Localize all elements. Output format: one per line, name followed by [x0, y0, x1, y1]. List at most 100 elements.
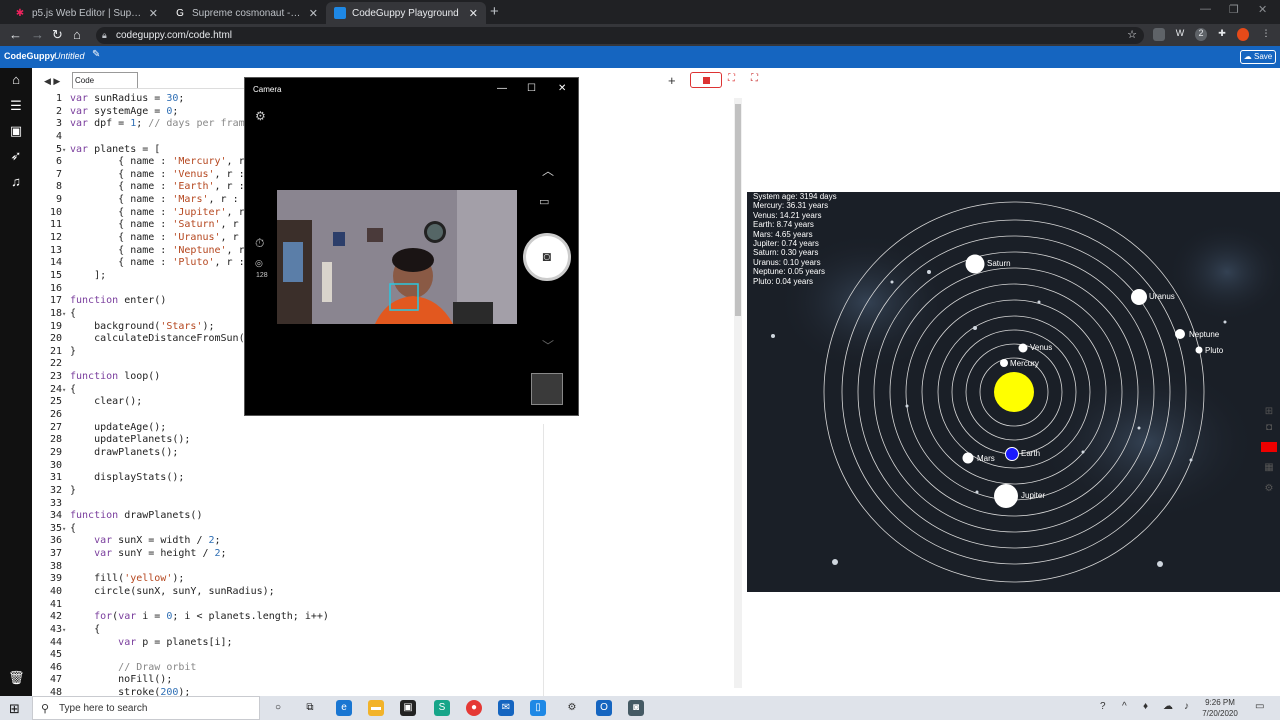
fold-marker[interactable] [62, 283, 70, 296]
fold-marker[interactable] [62, 434, 70, 447]
close-tab-icon[interactable]: ✕ [149, 7, 158, 20]
home-icon[interactable]: ⌂ [73, 27, 81, 42]
fold-marker[interactable] [62, 245, 70, 258]
chevron-down-icon[interactable]: ﹀ [542, 337, 554, 354]
fold-marker[interactable] [62, 599, 70, 612]
fold-marker[interactable] [62, 573, 70, 586]
code-line[interactable]: 47 noFill(); [32, 674, 552, 687]
minimize-icon[interactable]: — [1200, 3, 1211, 15]
fold-marker[interactable] [62, 257, 70, 270]
volume-icon[interactable]: ♪ [1184, 701, 1189, 712]
tray-chevron-icon[interactable]: ^ [1122, 701, 1127, 712]
fold-marker[interactable] [62, 396, 70, 409]
onedrive-icon[interactable]: ☁ [1163, 701, 1173, 712]
phone-icon[interactable]: ▯ [530, 700, 546, 716]
back-icon[interactable]: ← [9, 27, 22, 42]
music-icon[interactable]: ♫ [8, 174, 24, 190]
code-line[interactable]: 39 fill('yellow'); [32, 573, 552, 586]
code-line[interactable]: 34 function drawPlanets() [32, 510, 552, 523]
code-line[interactable]: 40 circle(sunX, sunY, sunRadius); [32, 586, 552, 599]
fold-marker[interactable]: ▾ [62, 308, 70, 321]
app-icon[interactable]: S [434, 700, 450, 716]
trash-icon[interactable]: 🗑︎ [8, 670, 25, 686]
fold-marker[interactable] [62, 106, 70, 119]
fold-marker[interactable] [62, 156, 70, 169]
code-tab[interactable]: Code [72, 72, 138, 88]
fold-marker[interactable] [62, 333, 70, 346]
fold-marker[interactable] [62, 674, 70, 687]
code-line[interactable]: 46 // Draw orbit [32, 662, 552, 675]
settings-icon[interactable]: ⚙ [564, 700, 580, 716]
tab-google[interactable]: G Supreme cosmonaut - Google Se ✕ [166, 2, 326, 24]
mic-icon[interactable]: ♦ [1143, 701, 1148, 712]
code-line[interactable]: 37 var sunY = height / 2; [32, 548, 552, 561]
close-window-icon[interactable]: ✕ [1258, 3, 1267, 16]
profile-avatar[interactable] [1237, 28, 1249, 41]
code-line[interactable]: 28 updatePlanets(); [32, 434, 552, 447]
fold-marker[interactable] [62, 637, 70, 650]
fold-marker[interactable] [62, 346, 70, 359]
stop-button[interactable] [690, 72, 722, 88]
more-menu-icon[interactable]: ⋮ [1260, 28, 1272, 41]
store-icon[interactable]: ▣ [400, 700, 416, 716]
windows-start-icon[interactable]: ⊞ [9, 701, 20, 717]
code-line[interactable]: 42 for(var i = 0; i < planets.length; i+… [32, 611, 552, 624]
code-line[interactable]: 32 } [32, 485, 552, 498]
fold-marker[interactable] [62, 131, 70, 144]
fold-marker[interactable] [62, 447, 70, 460]
minimize-icon[interactable]: — [497, 83, 507, 94]
cortana-icon[interactable]: ○ [270, 700, 286, 716]
taskbar-search[interactable]: ⚲ Type here to search [32, 696, 260, 720]
home-icon[interactable]: ⌂ [8, 72, 24, 88]
taskbar-clock[interactable]: 9:26 PM 7/20/2020 [1196, 697, 1244, 719]
solar-system-canvas[interactable]: System age: 3194 days Mercury: 36.31 yea… [747, 192, 1280, 592]
save-button[interactable]: ☁ Save [1240, 50, 1276, 64]
extension-icon[interactable] [1153, 28, 1165, 41]
shutter-button[interactable]: ◙ [523, 233, 571, 281]
gallery-icon[interactable]: ▦ [1261, 462, 1277, 476]
code-line[interactable]: 29 drawPlanets(); [32, 447, 552, 460]
code-line[interactable]: 31 displayStats(); [32, 472, 552, 485]
fold-marker[interactable] [62, 93, 70, 106]
hdr-icon[interactable]: ◎ [255, 258, 263, 269]
maximize-icon[interactable]: ❐ [1229, 3, 1239, 16]
close-icon[interactable]: ✕ [558, 83, 566, 94]
url-field[interactable]: 🔒︎ codeguppy.com/code.html [96, 27, 1144, 44]
app-name[interactable]: CodeGuppy [4, 51, 55, 61]
code-line[interactable]: 35▾{ [32, 523, 552, 536]
fold-marker[interactable] [62, 118, 70, 131]
fold-marker[interactable] [62, 270, 70, 283]
fold-marker[interactable] [62, 422, 70, 435]
fold-marker[interactable] [62, 611, 70, 624]
help-icon[interactable]: ? [1100, 701, 1106, 712]
scrollbar-thumb[interactable] [735, 104, 741, 316]
extensions-puzzle-icon[interactable]: ✚ [1216, 28, 1228, 41]
fold-marker[interactable] [62, 194, 70, 207]
fullscreen-icon[interactable]: ⛶ [751, 73, 758, 84]
editor-scrollbar[interactable] [734, 98, 742, 688]
extension-badge-icon[interactable]: 2 [1195, 28, 1207, 41]
edge-icon[interactable]: e [336, 700, 352, 716]
file-explorer-icon[interactable]: ▬ [368, 700, 384, 716]
code-line[interactable]: 41 [32, 599, 552, 612]
fold-marker[interactable]: ▾ [62, 624, 70, 637]
fold-marker[interactable] [62, 371, 70, 384]
fold-marker[interactable]: ▾ [62, 144, 70, 157]
mail-icon[interactable]: ✉ [498, 700, 514, 716]
bookmark-star-icon[interactable]: ☆ [1126, 28, 1138, 41]
gear-icon[interactable]: ⚙ [255, 109, 266, 123]
fold-marker[interactable] [62, 485, 70, 498]
fold-marker[interactable]: ▾ [62, 523, 70, 536]
chevron-up-icon[interactable]: ︿ [542, 162, 554, 179]
close-tab-icon[interactable]: ✕ [469, 7, 478, 20]
fold-marker[interactable] [62, 169, 70, 182]
fold-marker[interactable] [62, 409, 70, 422]
add-icon[interactable]: + [668, 73, 676, 88]
code-line[interactable]: 44 var p = planets[i]; [32, 637, 552, 650]
code-line[interactable]: 33 [32, 498, 552, 511]
menu-icon[interactable]: ☰ [8, 98, 24, 114]
fold-marker[interactable] [62, 295, 70, 308]
add-sprite-icon[interactable]: ⊞ [1261, 406, 1277, 420]
fold-marker[interactable] [62, 232, 70, 245]
fold-marker[interactable] [62, 586, 70, 599]
